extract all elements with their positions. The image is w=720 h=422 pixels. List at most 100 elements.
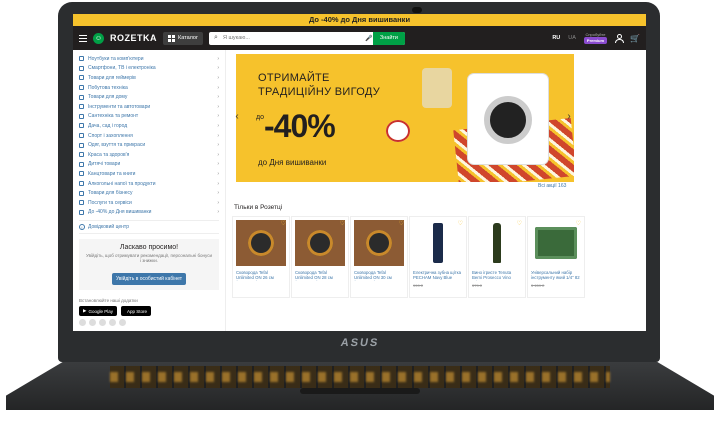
- microphone-icon[interactable]: 🎤: [365, 35, 373, 42]
- sidebar-category[interactable]: Ноутбуки та комп'ютери ›: [79, 54, 219, 64]
- product-picture: [248, 230, 274, 256]
- product-name[interactable]: Електрична зубна щітка PECHAM Navy Blue: [413, 270, 463, 281]
- product-name[interactable]: Сковорода Tefal Unlimited ON 26 см (G256…: [236, 270, 286, 281]
- product-old-price: 3 159 ₴: [531, 283, 545, 288]
- category-label: Алкогольні напої та продукти: [88, 180, 156, 187]
- product-image[interactable]: [413, 220, 463, 266]
- product-image[interactable]: [472, 220, 522, 266]
- category-icon: [79, 161, 84, 167]
- sidebar-category[interactable]: Одяг, взуття та прикраси ›: [79, 140, 219, 150]
- promo-bar[interactable]: До -40% до Дня вишиванки: [73, 14, 646, 26]
- webcam: [412, 7, 422, 13]
- heart-icon[interactable]: ♡: [281, 220, 286, 227]
- heart-icon[interactable]: ♡: [458, 220, 463, 227]
- sidebar-category[interactable]: Дитячі товари ›: [79, 160, 219, 170]
- chevron-right-icon: ›: [217, 74, 219, 81]
- search-button[interactable]: Знайти: [372, 31, 405, 45]
- washing-machine-door: [484, 96, 532, 144]
- category-label: Інструменти та автотовари: [88, 103, 151, 110]
- chevron-right-icon[interactable]: ›: [564, 110, 574, 124]
- product-old-price: 379 ₴: [472, 283, 483, 288]
- product-card[interactable]: ♡ Вино ігристе Tenuta Berni Prosecco Vino…: [468, 216, 526, 298]
- google-play-button[interactable]: ▶ Google Play: [79, 306, 117, 317]
- chevron-right-icon: ›: [217, 180, 219, 187]
- category-icon: [79, 123, 84, 129]
- google-play-label: Google Play: [88, 308, 113, 314]
- product-picture: [307, 230, 333, 256]
- category-icon: [79, 104, 84, 110]
- cart-icon[interactable]: 🛒: [630, 34, 640, 43]
- sidebar-category[interactable]: Послуги та сервіси ›: [79, 198, 219, 208]
- catalog-button[interactable]: Каталог: [163, 31, 203, 45]
- sidebar-category[interactable]: Товари для дому ›: [79, 92, 219, 102]
- product-card[interactable]: ♡ Універсальний набір інструменту який 1/…: [527, 216, 585, 298]
- category-icon: [79, 152, 84, 158]
- user-icon[interactable]: [615, 34, 625, 43]
- category-label: Спорт і захоплення: [88, 132, 133, 139]
- menu-icon[interactable]: [79, 34, 87, 42]
- category-icon: [79, 75, 84, 81]
- sidebar-category[interactable]: Сантехніка та ремонт ›: [79, 112, 219, 122]
- app-badges: ▶ Google Play App Store: [79, 306, 219, 317]
- sidebar-category[interactable]: Товари для геймерів ›: [79, 73, 219, 83]
- kettle-image: [422, 68, 452, 108]
- chevron-left-icon[interactable]: ‹: [232, 110, 242, 124]
- heart-icon[interactable]: ♡: [340, 220, 345, 227]
- lang-ru[interactable]: RU: [552, 35, 560, 41]
- product-name[interactable]: Вино ігристе Tenuta Berni Prosecco Vino …: [472, 270, 522, 281]
- category-label: Побутова техніка: [88, 84, 128, 91]
- sidebar: Ноутбуки та комп'ютери › Смартфони, ТВ і е…: [73, 50, 226, 331]
- premium-link[interactable]: Спробуйте Premium: [583, 32, 608, 44]
- product-image[interactable]: [531, 220, 581, 266]
- sidebar-category[interactable]: Дача, сад і город ›: [79, 121, 219, 131]
- sidebar-category[interactable]: До -40% до Дня вишиванки ›: [79, 208, 219, 218]
- instagram-icon[interactable]: [109, 319, 116, 327]
- site-logo[interactable]: ROZETKA: [110, 33, 157, 43]
- sidebar-category[interactable]: Алкогольні напої та продукти ›: [79, 179, 219, 189]
- category-label: Дитячі товари: [88, 161, 121, 168]
- category-label: Сантехніка та ремонт: [88, 113, 139, 120]
- chevron-right-icon: ›: [217, 170, 219, 177]
- sidebar-category[interactable]: Смартфони, ТВ і електроніка ›: [79, 64, 219, 74]
- youtube-icon[interactable]: [99, 319, 106, 327]
- product-image[interactable]: [236, 220, 286, 266]
- category-label: Краса та здоров'я: [88, 151, 130, 158]
- product-image[interactable]: [295, 220, 345, 266]
- product-name[interactable]: Сковорода Tefal Unlimited ON 30 см (G259…: [354, 270, 404, 281]
- premium-badge: Premium: [583, 37, 608, 44]
- search-input[interactable]: [223, 32, 365, 44]
- all-promos-link[interactable]: Всі акції 163: [534, 182, 571, 190]
- heart-icon[interactable]: ♡: [517, 220, 522, 227]
- app-store-button[interactable]: App Store: [120, 306, 151, 317]
- grid-icon: [168, 34, 175, 42]
- heart-icon[interactable]: ♡: [399, 220, 404, 227]
- product-card[interactable]: ♡ Сковорода Tefal Unlimited ON 28 см (G25…: [291, 216, 349, 298]
- category-label: Дача, сад і город: [88, 122, 128, 129]
- sidebar-category[interactable]: Товари для бізнесу ›: [79, 188, 219, 198]
- product-image[interactable]: [354, 220, 404, 266]
- heart-icon[interactable]: ♡: [576, 220, 581, 227]
- info-icon: i: [79, 224, 85, 231]
- category-label: Ноутбуки та комп'ютери: [88, 55, 144, 62]
- sidebar-category[interactable]: Краса та здоров'я ›: [79, 150, 219, 160]
- sidebar-category[interactable]: Канцтовари та книги ›: [79, 169, 219, 179]
- rozetka-logo-icon[interactable]: ☺: [93, 32, 104, 44]
- sidebar-category[interactable]: Спорт і захоплення ›: [79, 131, 219, 141]
- apps-title: Встановлюйте наші додатки: [79, 298, 138, 304]
- category-icon: [79, 85, 84, 91]
- twitter-icon[interactable]: [89, 319, 96, 327]
- product-card[interactable]: ♡ Електрична зубна щітка PECHAM Navy Blue…: [409, 216, 467, 298]
- promo-banner[interactable]: ОТРИМАЙТЕ ТРАДИЦІЙНУ ВИГОДУ до -40% до Д…: [236, 54, 574, 182]
- product-card[interactable]: ♡ Сковорода Tefal Unlimited ON 30 см (G25…: [350, 216, 408, 298]
- sidebar-category[interactable]: Побутова техніка ›: [79, 83, 219, 93]
- lang-ua[interactable]: UA: [568, 35, 576, 41]
- product-card[interactable]: ♡ Сковорода Tefal Unlimited ON 26 см (G25…: [232, 216, 290, 298]
- facebook-icon[interactable]: [79, 319, 86, 327]
- telegram-icon[interactable]: [119, 319, 126, 327]
- sidebar-category[interactable]: Інструменти та автотовари ›: [79, 102, 219, 112]
- product-name[interactable]: Універсальний набір інструменту який 1/4…: [531, 270, 581, 281]
- chevron-right-icon: ›: [217, 132, 219, 139]
- login-button[interactable]: Увійдіть в особистий кабінет: [111, 273, 187, 286]
- help-center-link[interactable]: i Довідковий центр: [79, 220, 219, 235]
- product-name[interactable]: Сковорода Tefal Unlimited ON 28 см (G256…: [295, 270, 345, 281]
